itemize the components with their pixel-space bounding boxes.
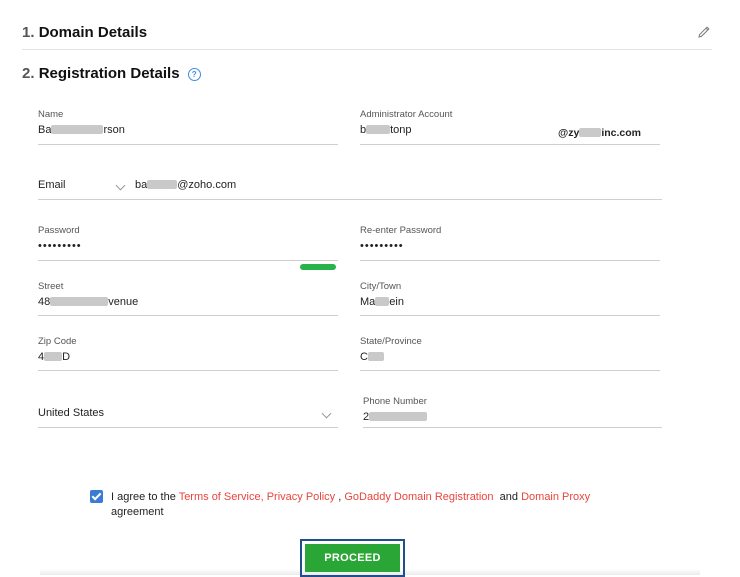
field-underline (363, 427, 662, 428)
section-domain-details: 1. Domain Details (22, 24, 147, 41)
state-value[interactable]: C (360, 351, 660, 363)
street-value-end: venue (108, 296, 139, 308)
state-label: State/Province (360, 336, 422, 347)
city-field[interactable]: City/Town Ma ein (360, 281, 660, 316)
field-underline (38, 315, 338, 316)
agree-pre-text: I agree to the (111, 491, 176, 503)
password-strength-bar (300, 264, 336, 270)
street-field[interactable]: Street 48 venue (38, 281, 338, 316)
agree-checkbox[interactable] (90, 490, 103, 503)
name-label: Name (38, 109, 64, 120)
email-type-label: Email (38, 179, 66, 191)
password-value[interactable]: ••••••••• (38, 240, 338, 252)
admin-domain-suffix: @zy inc.com (558, 127, 641, 139)
password-field[interactable]: Password ••••••••• (38, 225, 338, 261)
repassword-label: Re-enter Password (360, 225, 442, 236)
section-title: Domain Details (38, 24, 148, 41)
field-underline (38, 370, 338, 371)
field-underline (38, 199, 662, 200)
city-value[interactable]: Ma ein (360, 296, 660, 308)
street-value[interactable]: 48 venue (38, 296, 338, 308)
domain-proxy-link[interactable]: Domain Proxy (521, 491, 590, 503)
section-number: 1. (22, 24, 35, 41)
field-underline (38, 260, 338, 261)
chevron-down-icon[interactable] (321, 408, 332, 419)
name-value-end: rson (103, 124, 125, 136)
name-value[interactable]: Ba rson (38, 124, 338, 136)
redacted-block (579, 128, 602, 137)
agreement-block: I agree to the Terms of Service, Privacy… (90, 490, 650, 520)
field-underline (38, 427, 338, 428)
pencil-icon[interactable] (696, 24, 712, 40)
agree-and-text: and (499, 491, 519, 503)
phone-field[interactable]: Phone Number 2 (363, 396, 662, 428)
redacted-block (375, 297, 390, 306)
city-value-end: ein (389, 296, 404, 308)
admin-value-end: tonp (390, 124, 412, 136)
zip-value[interactable]: 4D (38, 351, 338, 363)
admin-domain-start: @zy (558, 127, 580, 139)
state-field[interactable]: State/Province C (360, 336, 660, 371)
section-divider (22, 49, 712, 50)
zip-label: Zip Code (38, 336, 77, 347)
city-value-start: Ma (360, 296, 376, 308)
country-select[interactable]: United States (38, 398, 338, 428)
redacted-block (147, 180, 178, 189)
section-title: Registration Details (38, 65, 180, 82)
redacted-block (50, 297, 109, 306)
name-field[interactable]: Name Ba rson (38, 109, 338, 145)
field-underline (360, 315, 660, 316)
state-value-start: C (360, 351, 368, 363)
field-underline (360, 370, 660, 371)
tos-link[interactable]: Terms of Service, Privacy Policy (179, 491, 335, 503)
chevron-down-icon[interactable] (115, 180, 126, 191)
section-number: 2. (22, 65, 35, 82)
city-label: City/Town (360, 281, 402, 292)
email-value[interactable]: ba @zoho.com (135, 179, 236, 191)
agreement-text: I agree to the Terms of Service, Privacy… (111, 490, 650, 520)
admin-account-field[interactable]: Administrator Account b tonp @zy inc.com (360, 109, 660, 145)
street-label: Street (38, 281, 64, 292)
admin-account-value[interactable]: b tonp @zy inc.com (360, 124, 660, 139)
phone-label: Phone Number (363, 396, 427, 407)
street-value-start: 48 (38, 296, 51, 308)
zip-value-end: D (62, 351, 71, 363)
field-underline (360, 144, 660, 145)
redacted-block (44, 352, 63, 361)
email-value-start: ba (135, 179, 148, 191)
godaddy-registration-link[interactable]: GoDaddy Domain Registration (344, 491, 493, 503)
agree-post-text: agreement (111, 506, 164, 518)
redacted-block (366, 125, 391, 134)
admin-domain-end: inc.com (601, 127, 642, 139)
zip-field[interactable]: Zip Code 4D (38, 336, 338, 371)
section-registration-details: 2. Registration Details ? (22, 65, 201, 82)
redacted-block (51, 125, 104, 134)
redacted-block (369, 412, 428, 421)
country-value: United States (38, 407, 105, 419)
password-label: Password (38, 225, 80, 236)
phone-value[interactable]: 2 (363, 411, 662, 423)
proceed-button[interactable]: PROCEED (305, 544, 400, 572)
agree-comma: , (338, 491, 342, 503)
email-value-end: @zoho.com (177, 179, 237, 191)
proceed-focus-ring: PROCEED (300, 539, 405, 577)
field-underline (38, 144, 338, 145)
admin-account-label: Administrator Account (360, 109, 453, 120)
field-underline (360, 260, 660, 261)
email-field[interactable]: Email ba @zoho.com (38, 172, 662, 200)
name-value-start: Ba (38, 124, 52, 136)
repassword-value[interactable]: ••••••••• (360, 240, 660, 252)
redacted-block (367, 352, 384, 361)
help-icon[interactable]: ? (187, 68, 201, 81)
repassword-field[interactable]: Re-enter Password ••••••••• (360, 225, 660, 261)
